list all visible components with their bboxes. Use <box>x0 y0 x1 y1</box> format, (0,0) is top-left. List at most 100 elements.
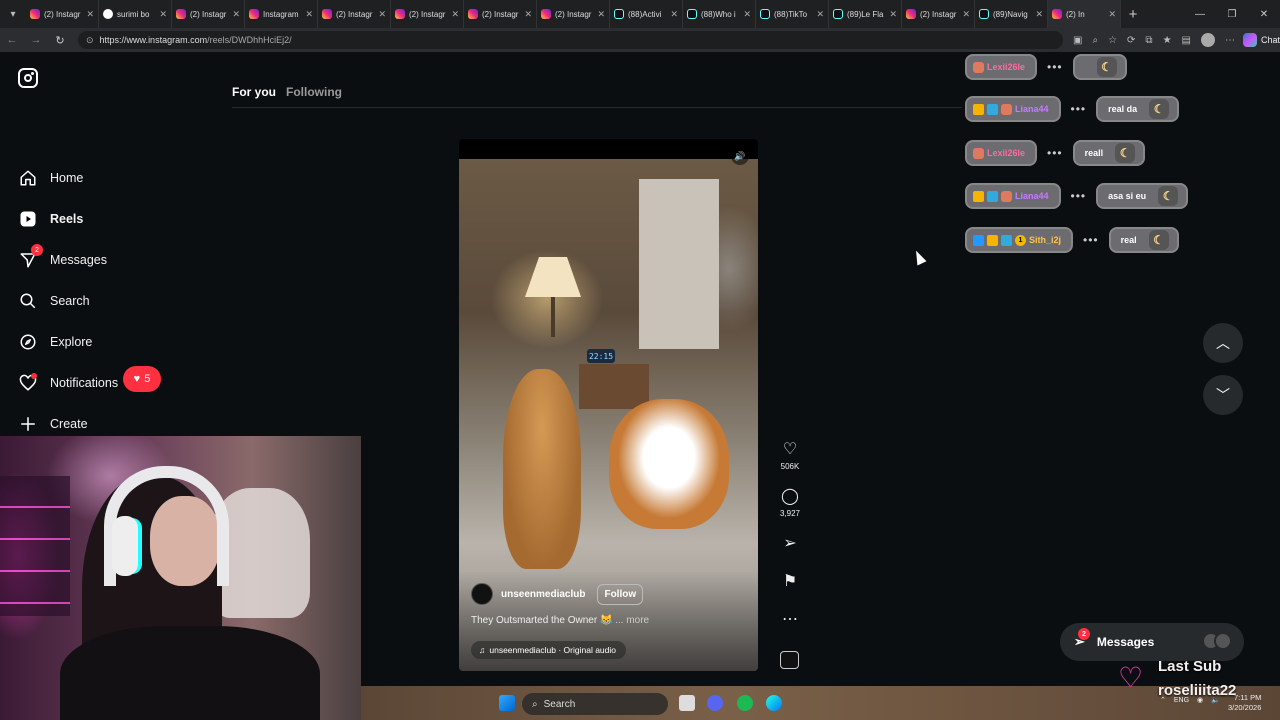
tab-title: (88)Who i <box>701 9 736 19</box>
extensions-icon[interactable]: ⧉ <box>1145 35 1152 46</box>
author-avatar[interactable] <box>471 583 493 605</box>
browser-tab[interactable]: (88)Who i ✕ <box>683 0 756 28</box>
tab-title: (88)Activi <box>628 9 662 19</box>
edge-icon[interactable] <box>766 695 782 711</box>
browser-tab[interactable]: (2) Instagr ✕ <box>537 0 610 28</box>
favorite-star-icon[interactable]: ☆ <box>1108 35 1117 46</box>
like-heart-icon[interactable]: ♡ <box>783 441 797 459</box>
chat-message-bubble: reall ☾ <box>1072 140 1146 166</box>
copilot-chat-button[interactable]: Chat <box>1242 33 1280 47</box>
back-icon[interactable]: ← <box>0 34 24 46</box>
browser-tab[interactable]: (2) Instagr ✕ <box>172 0 245 28</box>
browser-tab[interactable]: (88)TikTo ✕ <box>756 0 829 28</box>
close-tab-icon[interactable]: ✕ <box>670 9 678 20</box>
close-tab-icon[interactable]: ✕ <box>962 9 970 20</box>
instagram-favicon-icon <box>322 9 332 19</box>
collections-icon[interactable]: ▤ <box>1182 35 1191 46</box>
close-tab-icon[interactable]: ✕ <box>378 9 386 20</box>
author-username[interactable]: unseenmediaclub <box>501 589 585 600</box>
messages-bubble-badge: 2 <box>1077 628 1090 640</box>
notification-dot <box>31 373 37 379</box>
zoom-icon[interactable]: ⌕ <box>1092 35 1098 46</box>
browser-tab[interactable]: Instagram ✕ <box>245 0 318 28</box>
profile-avatar[interactable] <box>1200 33 1215 47</box>
next-reel-button[interactable]: ﹀ <box>1203 375 1243 415</box>
close-tab-icon[interactable]: ✕ <box>524 9 532 20</box>
like-action[interactable]: ♡ 506K <box>776 441 804 471</box>
reel-player[interactable]: 22:15 🔊 unseenmediaclub Follow They Outs… <box>459 139 758 671</box>
sidebar-item-search[interactable]: Search <box>18 289 90 313</box>
chat-badge-crown-icon <box>987 234 998 246</box>
comment-action[interactable]: ◯ 3,927 <box>776 488 804 518</box>
more-dots-icon[interactable]: ⋯ <box>782 611 798 629</box>
reload-icon[interactable]: ↻ <box>48 34 72 47</box>
moon-icon: ☾ <box>1158 186 1179 206</box>
reel-audio[interactable]: ♫ unseenmediaclub · Original audio <box>471 641 627 659</box>
close-tab-icon[interactable]: ✕ <box>1108 9 1116 20</box>
tab-list-dropdown-icon[interactable]: ▾ <box>0 0 26 28</box>
sidebar-item-explore[interactable]: Explore <box>18 330 92 354</box>
close-tab-icon[interactable]: ✕ <box>232 9 240 20</box>
notifications-count-pill[interactable]: ♥ 5 <box>123 366 161 392</box>
audio-thumbnail[interactable] <box>780 651 799 669</box>
taskbar-search[interactable]: ⌕ Search <box>522 693 668 715</box>
browser-tab[interactable]: (2) Instagr ✕ <box>318 0 391 28</box>
follow-button[interactable]: Follow <box>597 583 644 605</box>
favorites-icon[interactable]: ★ <box>1163 35 1172 46</box>
tiktok-favicon-icon <box>614 9 624 19</box>
close-window-icon[interactable]: ✕ <box>1248 0 1280 28</box>
save-action[interactable]: ⚑ <box>776 573 804 591</box>
share-icon[interactable]: ➢ <box>783 535 796 553</box>
minimize-icon[interactable]: — <box>1184 0 1216 28</box>
share-action[interactable]: ➢ <box>776 535 804 553</box>
previous-reel-button[interactable]: ︿ <box>1203 323 1243 363</box>
sidebar-item-create[interactable]: Create <box>18 412 88 436</box>
discord-icon[interactable] <box>707 695 723 711</box>
more-action[interactable]: ⋯ <box>776 611 804 629</box>
instagram-logo-icon[interactable] <box>18 68 38 88</box>
chat-username: Lexii26le <box>987 62 1026 72</box>
close-tab-icon[interactable]: ✕ <box>743 9 751 20</box>
browser-tab[interactable]: (2) In ✕ <box>1048 0 1121 28</box>
close-tab-icon[interactable]: ✕ <box>1035 9 1043 20</box>
split-screen-icon[interactable]: ▣ <box>1073 35 1082 46</box>
browser-tab[interactable]: surimi bo ✕ <box>99 0 172 28</box>
new-tab-button[interactable]: + <box>1121 6 1145 23</box>
close-tab-icon[interactable]: ✕ <box>889 9 897 20</box>
volume-icon[interactable]: 🔊 <box>731 147 749 165</box>
sidebar-item-messages[interactable]: 2 Messages <box>18 244 107 272</box>
close-tab-icon[interactable]: ✕ <box>159 9 167 20</box>
instagram-favicon-icon <box>249 9 259 19</box>
tab-for-you[interactable]: For you <box>232 85 276 99</box>
comment-icon[interactable]: ◯ <box>781 488 799 506</box>
browser-tab[interactable]: (2) Instagr ✕ <box>464 0 537 28</box>
refresh-extension-icon[interactable]: ⟳ <box>1127 35 1135 46</box>
sidebar-item-notifications[interactable]: Notifications <box>18 371 118 395</box>
browser-tab[interactable]: (89)Le Fla ✕ <box>829 0 902 28</box>
like-count: 506K <box>780 462 800 471</box>
url-field[interactable]: ⊙ https://www.instagram.com/reels/DWDhhH… <box>78 31 1063 49</box>
browser-tab[interactable]: (2) Instagr ✕ <box>26 0 99 28</box>
moon-icon: ☾ <box>1096 57 1117 77</box>
maximize-icon[interactable]: ❐ <box>1216 0 1248 28</box>
caption-more-link[interactable]: ... more <box>615 615 649 626</box>
browser-tab[interactable]: (89)Navig ✕ <box>975 0 1048 28</box>
bookmark-icon[interactable]: ⚑ <box>783 573 797 591</box>
sidebar-item-reels[interactable]: Reels <box>18 207 83 231</box>
browser-tab[interactable]: (88)Activi ✕ <box>610 0 683 28</box>
file-explorer-icon[interactable] <box>679 695 695 711</box>
close-tab-icon[interactable]: ✕ <box>86 9 94 20</box>
browser-tab[interactable]: (2) Instagr ✕ <box>902 0 975 28</box>
close-tab-icon[interactable]: ✕ <box>597 9 605 20</box>
start-icon[interactable] <box>499 695 515 711</box>
spotify-icon[interactable] <box>737 695 753 711</box>
close-tab-icon[interactable]: ✕ <box>816 9 824 20</box>
tab-following[interactable]: Following <box>286 85 342 99</box>
browser-tab[interactable]: (2) Instagr ✕ <box>391 0 464 28</box>
site-info-icon[interactable]: ⊙ <box>86 35 94 46</box>
close-tab-icon[interactable]: ✕ <box>305 9 313 20</box>
forward-icon[interactable]: → <box>24 34 48 46</box>
close-tab-icon[interactable]: ✕ <box>451 9 459 20</box>
sidebar-item-home[interactable]: Home <box>18 166 83 190</box>
more-options-icon[interactable]: ⋯ <box>1225 35 1235 46</box>
